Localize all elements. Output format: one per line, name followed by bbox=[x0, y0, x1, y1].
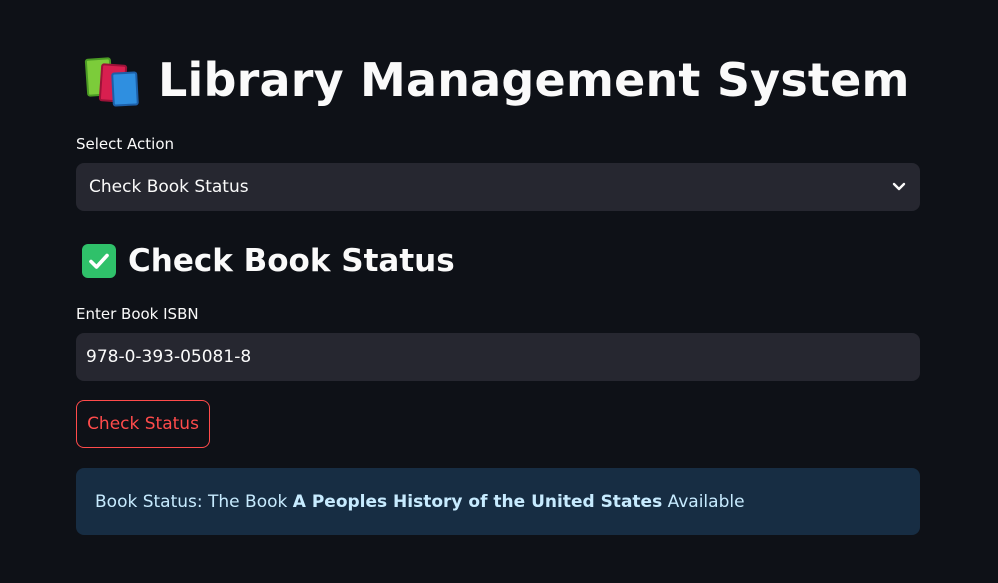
section-title: Check Book Status bbox=[128, 243, 455, 279]
select-action-label: Select Action bbox=[76, 135, 175, 153]
status-alert: Book Status: The Book A Peoples History … bbox=[76, 468, 920, 535]
chevron-down-icon bbox=[891, 179, 907, 195]
title-row: Library Management System bbox=[82, 50, 910, 110]
status-suffix: Available bbox=[662, 491, 745, 512]
action-select-value: Check Book Status bbox=[89, 177, 249, 197]
books-icon bbox=[82, 54, 140, 107]
book-title: A Peoples History of the United States bbox=[292, 491, 663, 512]
status-prefix: Book Status: The Book bbox=[95, 491, 293, 512]
isbn-input[interactable] bbox=[76, 333, 920, 381]
app-page: Library Management System Select Action … bbox=[0, 0, 998, 583]
check-mark-icon bbox=[82, 244, 116, 278]
page-title: Library Management System bbox=[158, 53, 910, 107]
check-status-button[interactable]: Check Status bbox=[76, 400, 210, 448]
action-select[interactable]: Check Book Status bbox=[76, 163, 920, 211]
section-header: Check Book Status bbox=[82, 238, 455, 284]
isbn-label: Enter Book ISBN bbox=[76, 305, 199, 323]
